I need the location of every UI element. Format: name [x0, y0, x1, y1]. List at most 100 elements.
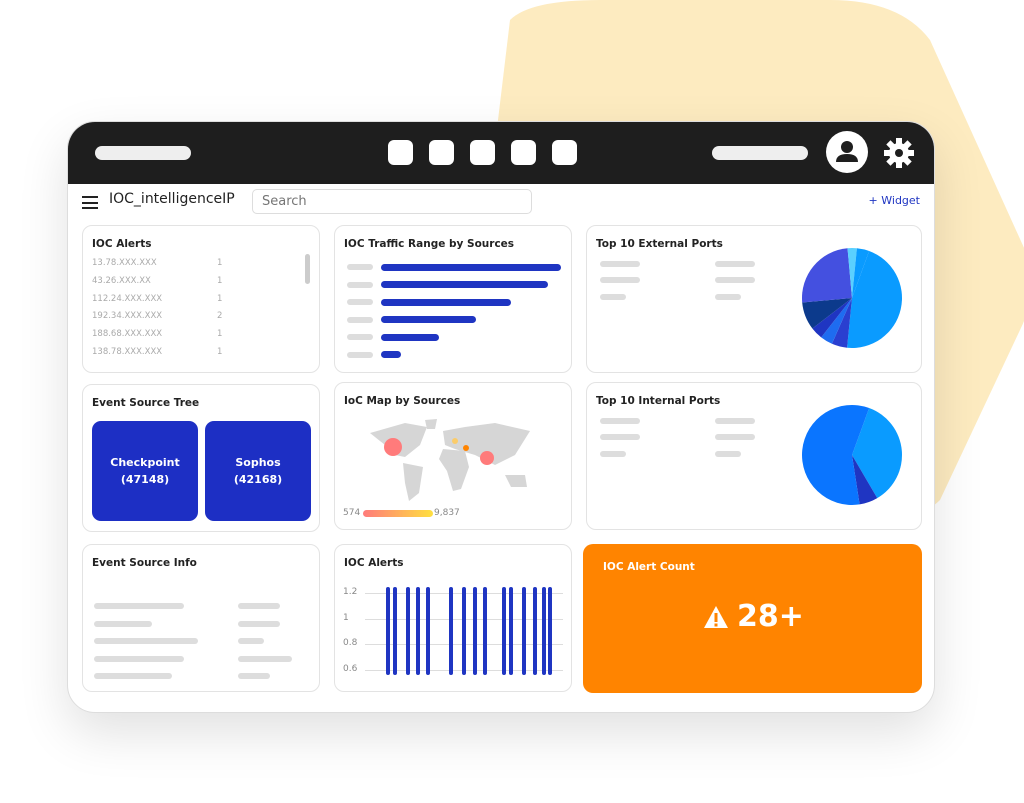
card-title: Top 10 Internal Ports: [596, 395, 721, 407]
map-hotspot[interactable]: [452, 438, 458, 444]
info-placeholder: [94, 673, 172, 679]
label-placeholder: [600, 261, 640, 267]
tree-node-sophos[interactable]: Sophos (42168): [205, 421, 311, 521]
info-placeholder: [94, 621, 152, 627]
traffic-range-card: IOC Traffic Range by Sources: [334, 225, 572, 373]
search-input[interactable]: [252, 189, 532, 214]
traffic-bar[interactable]: [381, 351, 401, 358]
alert-count: 1: [217, 293, 223, 304]
event-source-info-card: Event Source Info: [82, 544, 320, 692]
alert-count: 1: [217, 275, 223, 286]
source-label-placeholder: [347, 351, 373, 358]
ioc-alert-count-card: IOC Alert Count 28+: [583, 544, 922, 693]
label-placeholder: [715, 451, 741, 457]
alert-count: 2: [217, 311, 223, 322]
alert-row[interactable]: 192.34.XXX.XXX 2: [92, 311, 222, 321]
label-placeholder: [600, 451, 626, 457]
alert-ip: 138.78.XXX.XXX: [92, 347, 163, 357]
alert-row[interactable]: 13.78.XXX.XXX 1: [92, 258, 222, 268]
alert-ip: 192.34.XXX.XXX: [92, 311, 163, 322]
external-ports-pie: [802, 248, 902, 348]
alert-bar[interactable]: [462, 587, 466, 675]
alert-row[interactable]: 188.68.XXX.XXX 1: [92, 329, 222, 339]
alert-bar[interactable]: [483, 587, 487, 675]
map-hotspot[interactable]: [384, 438, 402, 456]
traffic-bar[interactable]: [381, 263, 561, 271]
node-count: (47148): [120, 473, 170, 486]
alert-bar[interactable]: [502, 587, 506, 675]
alert-bar[interactable]: [449, 587, 453, 675]
card-title: IoC Map by Sources: [344, 395, 461, 407]
card-title: Event Source Info: [92, 557, 197, 569]
alert-bar[interactable]: [533, 587, 537, 675]
label-placeholder: [715, 418, 755, 424]
nav-button[interactable]: [552, 140, 577, 165]
alert-bar[interactable]: [386, 587, 390, 675]
label-placeholder: [600, 277, 640, 283]
info-placeholder: [94, 603, 184, 609]
alert-bar[interactable]: [416, 587, 420, 675]
source-label-placeholder: [347, 299, 373, 305]
hamburger-menu-icon[interactable]: [82, 196, 98, 209]
user-name-placeholder: [712, 146, 808, 160]
alert-ip: 188.68.XXX.XXX: [92, 329, 163, 340]
alert-bar[interactable]: [542, 587, 546, 675]
traffic-bar[interactable]: [381, 298, 511, 306]
alert-ip: 13.78.XXX.XXX: [92, 258, 157, 268]
alert-count: 1: [217, 347, 223, 357]
scrollbar[interactable]: [305, 254, 310, 284]
node-count: (42168): [233, 473, 283, 486]
alert-row[interactable]: 43.26.XXX.XX 1: [92, 276, 222, 286]
event-source-tree-card: Event Source Tree Checkpoint (47148) Soph…: [82, 384, 320, 532]
legend-min: 574: [343, 508, 361, 518]
dashboard-window: IOC_intelligenceIP + Widget IOC Alerts 1…: [67, 121, 935, 713]
alert-bar[interactable]: [548, 587, 552, 675]
label-placeholder: [600, 294, 626, 300]
pie-slice[interactable]: [802, 248, 852, 303]
internal-ports-pie: [802, 405, 902, 505]
legend-gradient: [363, 510, 433, 517]
label-placeholder: [715, 277, 755, 283]
info-placeholder: [238, 656, 292, 662]
traffic-bar[interactable]: [381, 281, 549, 288]
nav-button[interactable]: [388, 140, 413, 165]
alert-row[interactable]: 112.24.XXX.XXX 1: [92, 294, 222, 304]
nav-button[interactable]: [429, 140, 454, 165]
alert-row[interactable]: 138.78.XXX.XXX 1: [92, 347, 222, 357]
map-hotspot[interactable]: [463, 445, 469, 451]
top-bar: [68, 122, 934, 184]
label-placeholder: [715, 294, 741, 300]
card-title: IOC Alerts: [344, 557, 404, 569]
map-hotspot[interactable]: [480, 451, 494, 465]
label-placeholder: [600, 418, 640, 424]
alert-ip: 112.24.XXX.XXX: [92, 293, 163, 304]
traffic-bar[interactable]: [381, 316, 477, 323]
gear-icon[interactable]: [882, 136, 916, 170]
card-title: IOC Alerts: [92, 238, 152, 250]
tree-node-checkpoint[interactable]: Checkpoint (47148): [92, 421, 198, 521]
alert-bar[interactable]: [509, 587, 513, 675]
add-widget-button[interactable]: + Widget: [869, 194, 920, 207]
alert-bar[interactable]: [522, 587, 526, 675]
traffic-bar[interactable]: [381, 333, 439, 341]
alert-bar[interactable]: [473, 587, 477, 675]
info-placeholder: [94, 638, 198, 644]
info-placeholder: [94, 656, 184, 662]
info-placeholder: [238, 621, 280, 627]
info-placeholder: [238, 638, 264, 644]
alert-count: 1: [217, 258, 223, 268]
user-avatar-icon[interactable]: [826, 131, 868, 173]
ioc-map-card: IoC Map by Sources 574 9,837: [334, 382, 572, 530]
card-title: IOC Traffic Range by Sources: [344, 238, 515, 250]
alert-bar[interactable]: [426, 587, 430, 675]
node-name: Checkpoint: [110, 456, 180, 469]
info-placeholder: [238, 603, 280, 609]
alert-bar[interactable]: [406, 587, 410, 675]
alert-count-value: 28+: [737, 599, 804, 634]
alert-bar[interactable]: [393, 587, 397, 675]
nav-button[interactable]: [470, 140, 495, 165]
source-label-placeholder: [347, 264, 373, 270]
nav-button[interactable]: [511, 140, 536, 165]
warning-icon: [704, 605, 728, 628]
card-title: Top 10 External Ports: [596, 238, 723, 250]
